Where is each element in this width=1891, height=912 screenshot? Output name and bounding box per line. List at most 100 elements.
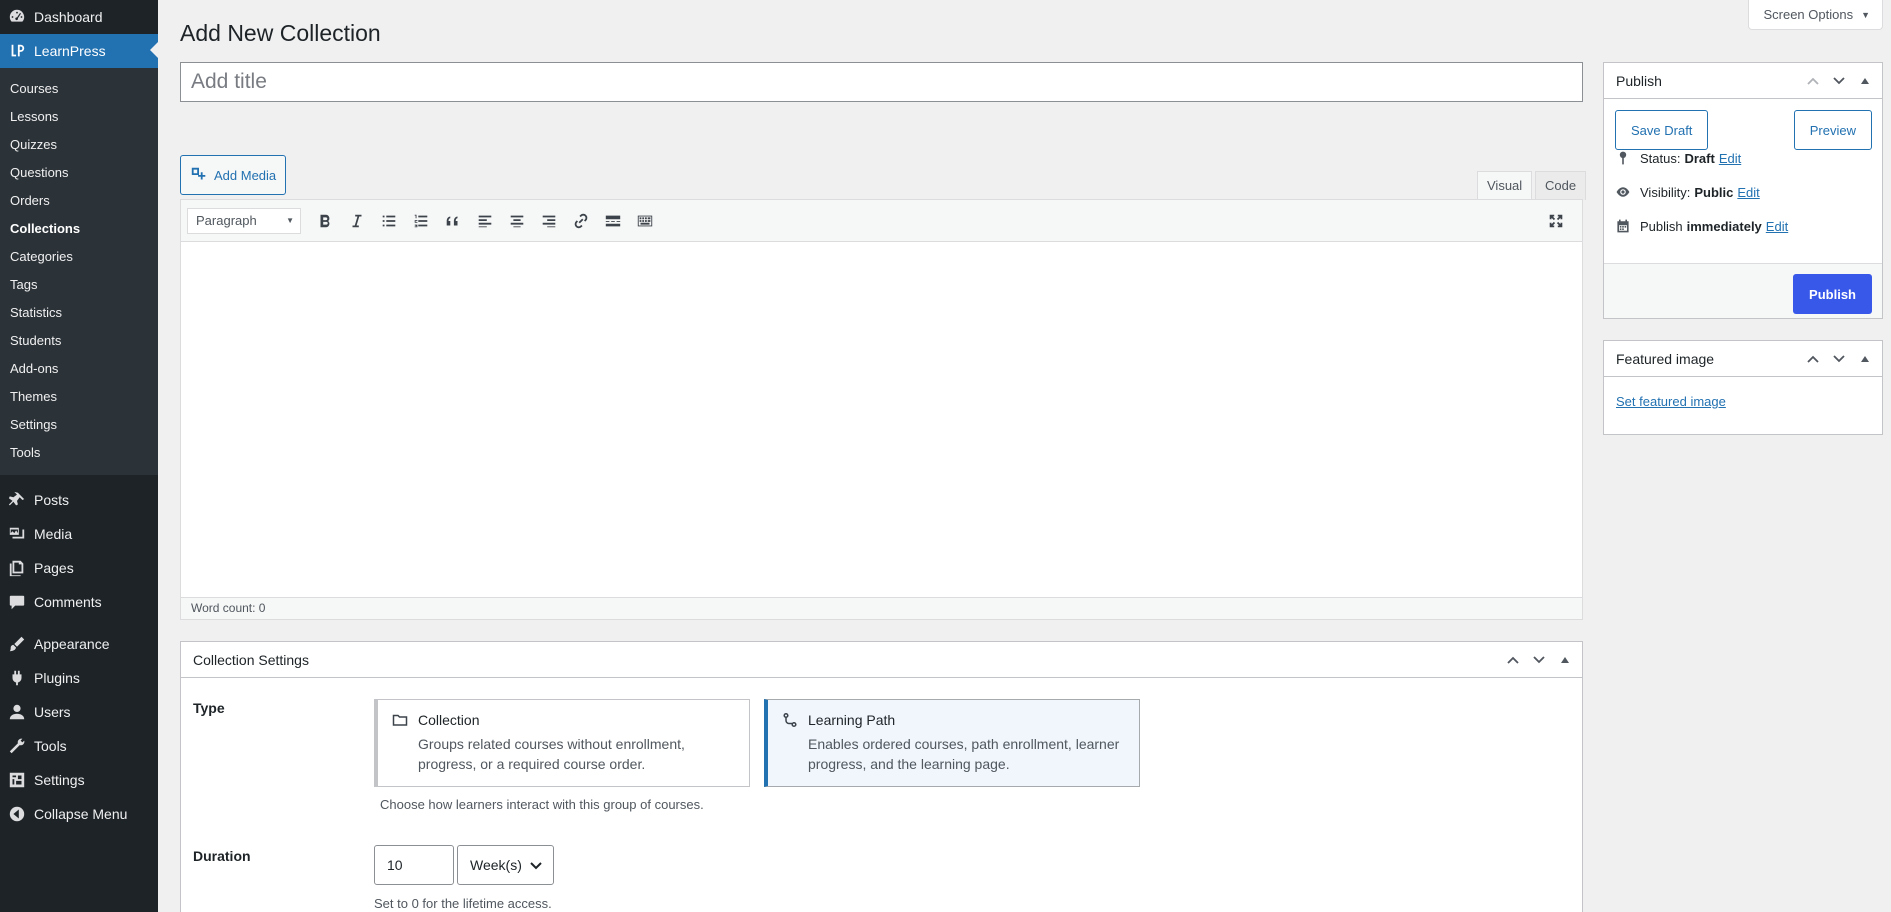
menu-users-label: Users [34, 704, 71, 720]
menu-dashboard[interactable]: Dashboard [0, 0, 158, 34]
move-up-button[interactable] [1800, 352, 1826, 366]
calendar-icon [1614, 217, 1632, 235]
align-left-icon [478, 215, 492, 227]
toggle-panel-button[interactable] [1852, 76, 1878, 86]
visibility-row: Visibility: Public Edit [1614, 183, 1760, 201]
menu-comments[interactable]: Comments [0, 585, 158, 619]
type-option-collection[interactable]: Collection Groups related courses withou… [374, 699, 750, 787]
submenu-lessons[interactable]: Lessons [0, 103, 158, 131]
edit-visibility-link[interactable]: Edit [1737, 185, 1759, 200]
add-media-button[interactable]: Add Media [180, 155, 287, 195]
align-right-button[interactable] [533, 206, 565, 236]
submenu-statistics[interactable]: Statistics [0, 299, 158, 327]
move-down-button[interactable] [1826, 352, 1852, 366]
italic-button[interactable] [341, 206, 373, 236]
menu-pages[interactable]: Pages [0, 551, 158, 585]
submenu-collections[interactable]: Collections [0, 215, 158, 243]
chevron-up-icon [1807, 77, 1819, 85]
edit-schedule-link[interactable]: Edit [1766, 219, 1788, 234]
quote-icon [446, 216, 458, 225]
submenu-settings[interactable]: Settings [0, 411, 158, 439]
bold-button[interactable] [309, 206, 341, 236]
numbered-list-button[interactable] [405, 206, 437, 236]
set-featured-image-link[interactable]: Set featured image [1616, 394, 1726, 409]
featured-image-box: Featured image Set featured image [1603, 340, 1883, 435]
submenu-themes[interactable]: Themes [0, 383, 158, 411]
submenu-quizzes[interactable]: Quizzes [0, 131, 158, 159]
duration-help-text: Set to 0 for the lifetime access. [374, 896, 552, 911]
users-icon [8, 703, 26, 721]
submenu-tags[interactable]: Tags [0, 271, 158, 299]
format-select[interactable]: Paragraph ▼ [187, 207, 301, 234]
type-option-description: Groups related courses without enrollmen… [418, 736, 685, 772]
chevron-down-icon [1833, 355, 1845, 363]
tab-visual[interactable]: Visual [1477, 171, 1533, 200]
menu-tools[interactable]: Tools [0, 729, 158, 763]
triangle-up-icon [1861, 356, 1869, 362]
fullscreen-button[interactable] [1540, 206, 1572, 236]
visibility-label: Visibility: [1640, 184, 1691, 200]
chevron-down-icon [1833, 77, 1845, 85]
blockquote-button[interactable] [437, 206, 469, 236]
menu-appearance-label: Appearance [34, 636, 110, 652]
type-option-learning-path[interactable]: Learning Path Enables ordered courses, p… [764, 699, 1140, 787]
edit-status-link[interactable]: Edit [1719, 151, 1741, 166]
caret-down-icon: ▼ [286, 216, 294, 225]
publish-box-handles [1800, 63, 1878, 99]
publish-actions: Publish [1604, 263, 1882, 318]
read-more-icon [605, 215, 621, 226]
status-label: Status: [1640, 150, 1681, 166]
submenu-students[interactable]: Students [0, 327, 158, 355]
submenu-tools[interactable]: Tools [0, 439, 158, 467]
screen-options-button[interactable]: Screen Options ▼ [1748, 0, 1883, 30]
insert-link-button[interactable] [565, 206, 597, 236]
submenu-addons[interactable]: Add-ons [0, 355, 158, 383]
move-down-button[interactable] [1826, 74, 1852, 88]
fullscreen-icon [1549, 214, 1563, 228]
collapse-icon [8, 805, 26, 823]
duration-input[interactable] [374, 845, 454, 885]
move-up-button[interactable] [1500, 653, 1526, 667]
submenu-categories[interactable]: Categories [0, 243, 158, 271]
menu-collapse-label: Collapse Menu [34, 806, 128, 822]
screen-options-label: Screen Options [1763, 7, 1854, 22]
bold-icon [320, 214, 330, 227]
bullet-list-button[interactable] [373, 206, 405, 236]
add-media-icon [191, 167, 206, 180]
menu-settings[interactable]: Settings [0, 763, 158, 797]
tab-code[interactable]: Code [1535, 171, 1587, 200]
submenu-courses[interactable]: Courses [0, 75, 158, 103]
featured-image-title: Featured image [1616, 350, 1715, 367]
submenu-orders[interactable]: Orders [0, 187, 158, 215]
move-down-button[interactable] [1526, 653, 1552, 667]
editor-content-area[interactable] [181, 242, 1582, 598]
menu-appearance[interactable]: Appearance [0, 627, 158, 661]
wrench-icon [8, 737, 26, 755]
preview-button[interactable]: Preview [1793, 110, 1872, 150]
type-option-title: Learning Path [808, 712, 896, 728]
align-left-button[interactable] [469, 206, 501, 236]
menu-learnpress[interactable]: LearnPress [0, 34, 158, 68]
move-up-button[interactable] [1800, 74, 1826, 88]
path-icon [782, 712, 800, 730]
insert-more-button[interactable] [597, 206, 629, 236]
menu-users[interactable]: Users [0, 695, 158, 729]
menu-pages-label: Pages [34, 560, 74, 576]
post-title-input[interactable] [180, 62, 1583, 102]
toolbar-toggle-button[interactable] [629, 206, 661, 236]
submenu-questions[interactable]: Questions [0, 159, 158, 187]
publish-box-title: Publish [1616, 72, 1662, 89]
duration-unit-value: Week(s) [470, 857, 522, 873]
toggle-panel-button[interactable] [1852, 354, 1878, 364]
add-media-label: Add Media [214, 167, 277, 183]
toggle-panel-button[interactable] [1552, 655, 1578, 665]
menu-plugins[interactable]: Plugins [0, 661, 158, 695]
menu-media[interactable]: Media [0, 517, 158, 551]
save-draft-button[interactable]: Save Draft [1615, 110, 1709, 150]
publish-box: Publish Save Draft Preview Status: Draft… [1603, 62, 1883, 319]
publish-button[interactable]: Publish [1793, 274, 1872, 314]
menu-collapse[interactable]: Collapse Menu [0, 797, 158, 831]
menu-posts[interactable]: Posts [0, 483, 158, 517]
align-center-button[interactable] [501, 206, 533, 236]
duration-unit-select[interactable]: Week(s) [457, 845, 554, 885]
